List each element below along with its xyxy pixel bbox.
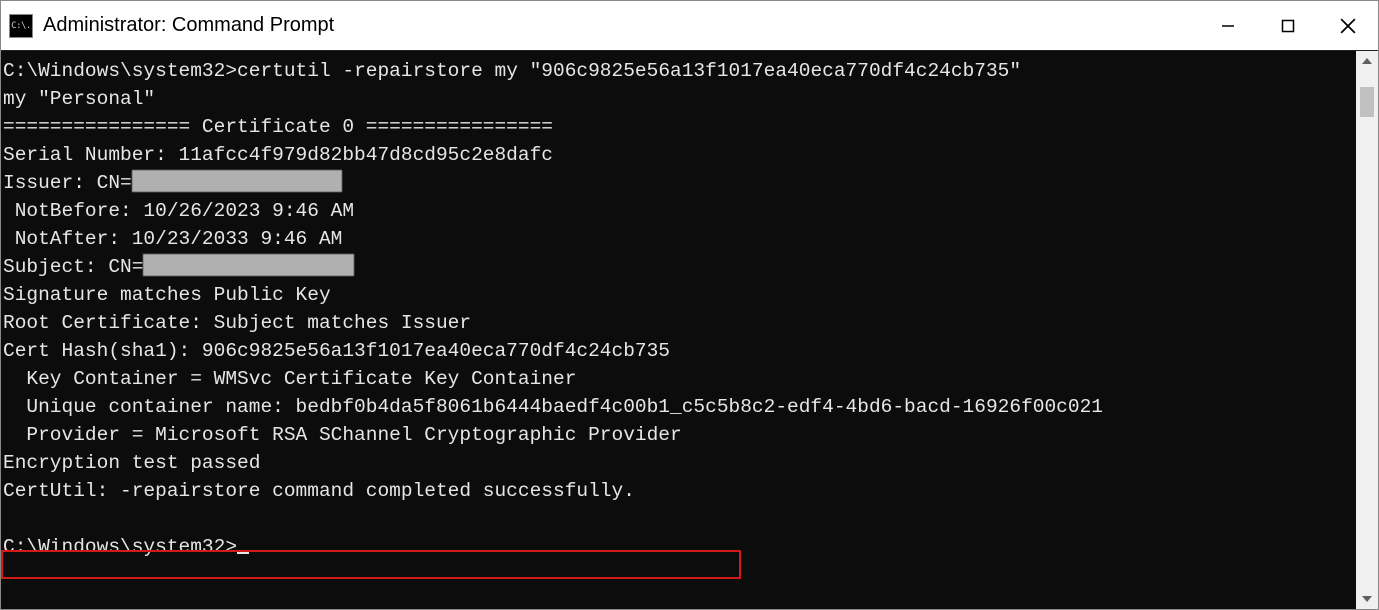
close-button[interactable] [1318,1,1378,50]
maximize-button[interactable] [1258,1,1318,50]
sigmatch-line: Signature matches Public Key [3,284,331,306]
scroll-thumb[interactable] [1360,87,1374,117]
cert-divider: ================ Certificate 0 =========… [3,116,553,138]
prompt-line-1: C:\Windows\system32>certutil -repairstor… [3,60,1021,82]
terminal-area: C:\Windows\system32>certutil -repairstor… [1,51,1378,609]
scroll-track[interactable] [1356,71,1378,589]
scroll-down-arrow-icon[interactable] [1356,589,1378,609]
notafter-line: NotAfter: 10/23/2033 9:46 AM [3,228,342,250]
window-title: Administrator: Command Prompt [43,14,1198,37]
subject-redacted: XXbb47dXcd95c1eXdX [143,254,354,276]
terminal-output[interactable]: C:\Windows\system32>certutil -repairstor… [1,51,1356,609]
minimize-button[interactable] [1198,1,1258,50]
scroll-up-arrow-icon[interactable] [1356,51,1378,71]
titlebar: C:\. Administrator: Command Prompt [1,1,1378,51]
window-controls [1198,1,1378,50]
store-line: my "Personal" [3,88,155,110]
rootcert-line: Root Certificate: Subject matches Issuer [3,312,471,334]
cmd-icon-text: C:\. [11,21,31,31]
provider-line: Provider = Microsoft RSA SChannel Crypto… [3,424,682,446]
issuer-line: Issuer: CN=XXbb47dXcd95c1eXdX [3,172,342,194]
subject-line: Subject: CN=XXbb47dXcd95c1eXdX [3,256,354,278]
issuer-redacted: XXbb47dXcd95c1eXdX [132,170,343,192]
serial-line: Serial Number: 11afcc4f979d82bb47d8cd95c… [3,144,553,166]
notbefore-line: NotBefore: 10/26/2023 9:46 AM [3,200,354,222]
scrollbar[interactable] [1356,51,1378,609]
success-line: CertUtil: -repairstore command completed… [3,480,635,502]
prompt-line-2: C:\Windows\system32> [3,536,249,558]
encryptiontest-line: Encryption test passed [3,452,260,474]
cmd-icon: C:\. [9,14,33,38]
keycontainer-line: Key Container = WMSvc Certificate Key Co… [3,368,576,390]
uniquecontainer-line: Unique container name: bedbf0b4da5f8061b… [3,396,1103,418]
cursor [237,550,249,554]
certhash-line: Cert Hash(sha1): 906c9825e56a13f1017ea40… [3,340,670,362]
